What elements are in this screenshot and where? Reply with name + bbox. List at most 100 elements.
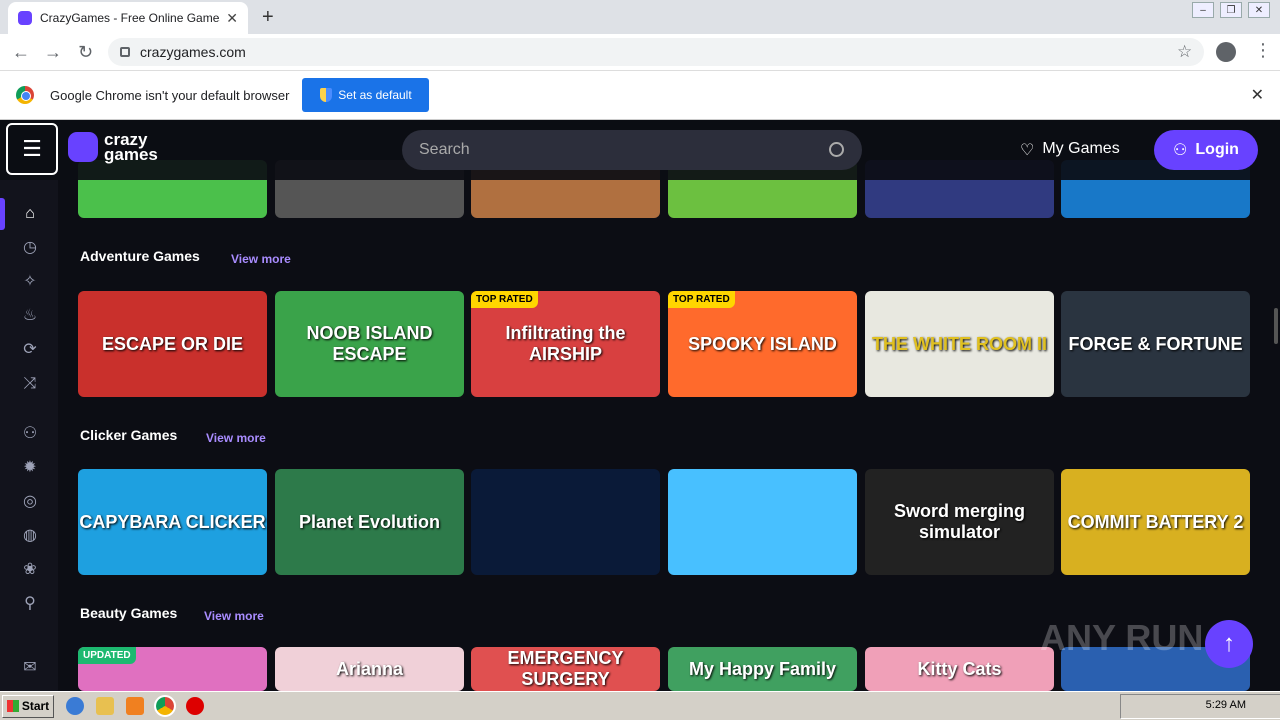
game-card[interactable]: CAPYBARA CLICKER [78,469,267,575]
default-browser-infobar: Google Chrome isn't your default browser… [0,71,1280,120]
section-title[interactable]: Clicker Games [80,427,177,443]
url-text: crazygames.com [140,44,246,60]
scroll-to-top-button[interactable]: ↑ [1205,620,1253,668]
ie-icon[interactable] [66,697,84,715]
game-card[interactable]: Sword merging simulator [865,469,1054,575]
system-tray [1120,694,1280,719]
close-infobar-icon[interactable]: ✕ [1251,85,1264,105]
folder-icon[interactable] [96,697,114,715]
game-card[interactable]: Infiltrating the AIRSHIP TOP RATED [471,291,660,397]
new-sparkle-icon[interactable]: ✧ [20,272,40,292]
game-card[interactable]: EMERGENCY SURGERY [471,647,660,691]
infobar-message: Google Chrome isn't your default browser [50,87,290,103]
game-card[interactable]: NOOB ISLAND ESCAPE [275,291,464,397]
beauty-icon[interactable]: ❀ [20,560,40,580]
search-placeholder: Search [419,141,470,158]
my-games-label: My Games [1042,140,1120,157]
scrollbar-thumb[interactable] [1274,308,1278,344]
tab-strip: CrazyGames - Free Online Games on CrazyG… [0,0,1280,34]
game-card[interactable] [668,469,857,575]
minimize-button[interactable]: – [1192,2,1214,18]
back-icon[interactable]: ← [12,42,30,63]
game-card-title: ESCAPE OR DIE [101,333,244,354]
browser-tab[interactable]: CrazyGames - Free Online Games on CrazyG… [8,2,248,34]
clock: 5:29 AM [1205,699,1246,711]
game-card[interactable]: SPOOKY ISLAND TOP RATED [668,291,857,397]
start-button[interactable]: Start [2,694,54,718]
random-shuffle-icon[interactable]: ⤨ [20,374,40,394]
game-card[interactable]: Arianna [275,647,464,691]
view-more-link[interactable]: View more [206,431,266,445]
crazygames-favicon-icon [18,11,32,25]
menu-kebab-icon[interactable]: ⋮ [1254,40,1272,61]
game-card-title: THE WHITE ROOM II [872,333,1047,354]
game-card[interactable] [471,469,660,575]
view-more-link[interactable]: View more [204,609,264,623]
restore-button[interactable]: ❐ [1220,2,1242,18]
profile-avatar-icon[interactable] [1216,42,1236,62]
user-icon: ⚇ [1173,142,1188,159]
game-card[interactable]: UPDATED [78,647,267,691]
game-card-title: Kitty Cats [917,658,1002,679]
close-tab-icon[interactable]: ✕ [226,10,238,27]
logo-line2: games [104,145,158,164]
heart-icon: ♡ [1020,142,1035,159]
trending-fire-icon[interactable]: ♨ [20,306,40,326]
game-card[interactable]: Kitty Cats [865,647,1054,691]
window-controls: – ❐ ✕ [1192,2,1270,18]
security-tool-icon[interactable] [186,697,204,715]
search-icon[interactable] [829,142,844,157]
windows-flag-icon [6,700,19,712]
site-logo[interactable]: crazy games [68,131,158,164]
chrome-taskbar-icon[interactable] [154,695,176,717]
game-card[interactable]: ESCAPE OR DIE [78,291,267,397]
multiplayer-icon[interactable]: ⚇ [20,424,40,444]
windows-taskbar: Start 5:29 AM [0,691,1280,720]
reload-icon[interactable]: ↻ [78,42,93,63]
set-as-default-button[interactable]: Set as default [302,78,430,112]
recent-clock-icon[interactable]: ◷ [20,238,40,258]
lock-icon[interactable] [120,47,130,57]
new-tab-button[interactable]: + [262,6,274,29]
sidebar-toggle-button[interactable]: ☰ [6,123,58,175]
uac-shield-icon [320,88,333,102]
url-field[interactable]: crazygames.com [108,38,1204,66]
mail-icon[interactable]: ✉ [20,658,40,678]
bookmark-star-icon[interactable]: ☆ [1177,42,1192,62]
my-games-link[interactable]: ♡ My Games [1020,140,1120,160]
action-icon[interactable]: ✹ [20,458,40,478]
updated-refresh-icon[interactable]: ⟳ [20,340,40,360]
game-card[interactable]: My Happy Family [668,647,857,691]
login-label: Login [1195,141,1239,158]
basketball-icon[interactable]: ◍ [20,526,40,546]
game-card-title: NOOB ISLAND ESCAPE [306,323,433,364]
game-card[interactable]: THE WHITE ROOM II [865,291,1054,397]
media-player-icon[interactable] [126,697,144,715]
chrome-logo-icon [16,86,34,104]
search-input[interactable]: Search [402,130,862,170]
game-badge: TOP RATED [668,291,735,308]
crazygames-logo-icon [68,132,98,162]
forward-icon[interactable]: → [44,42,62,63]
page-scrollbar[interactable] [1272,180,1280,691]
login-button[interactable]: ⚇ Login [1154,130,1258,170]
game-card[interactable]: FORGE & FORTUNE [1061,291,1250,397]
tab-title: CrazyGames - Free Online Games on CrazyG… [40,11,220,25]
game-card[interactable]: COMMIT BATTERY 2 [1061,469,1250,575]
view-more-link[interactable]: View more [231,252,291,266]
game-card-title: SPOOKY ISLAND [688,333,837,354]
section-title[interactable]: Beauty Games [80,605,177,621]
category-sidebar: ⌂ ◷ ✧ ♨ ⟳ ⤨ ⚇ ✹ ◎ ◍ ❀ ⚲ ✉ [0,180,58,691]
game-card-title: Infiltrating the AIRSHIP [505,323,626,364]
adventure-compass-icon[interactable]: ◎ [20,492,40,512]
game-badge: TOP RATED [471,291,538,308]
close-window-button[interactable]: ✕ [1248,2,1270,18]
game-card-title: CAPYBARA CLICKER [79,511,266,532]
game-card[interactable]: Planet Evolution [275,469,464,575]
home-icon[interactable]: ⌂ [20,204,40,224]
game-card-title: Arianna [335,658,404,679]
section-title[interactable]: Adventure Games [80,248,200,264]
bike-icon[interactable]: ⚲ [20,594,40,614]
game-card-title: Sword merging simulator [893,501,1025,542]
logo-text: crazy games [104,131,158,164]
